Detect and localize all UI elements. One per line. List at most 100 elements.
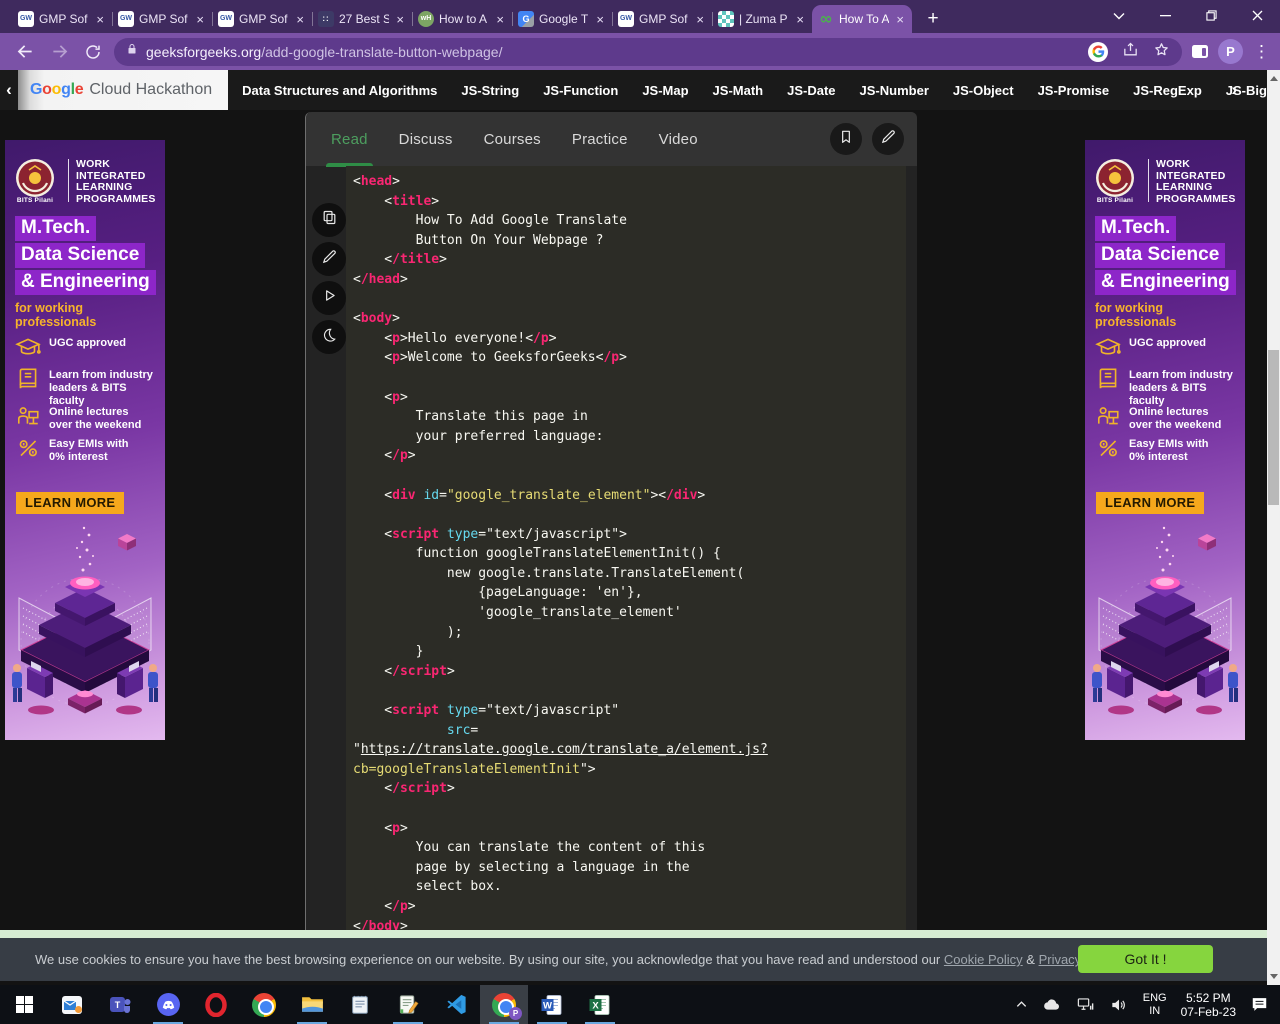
tab-close-icon[interactable]: × [494,12,506,27]
edit-code-button[interactable] [312,242,346,276]
share-icon[interactable] [1122,41,1139,63]
taskbar-mail-app-icon[interactable] [48,985,96,1024]
tab-close-icon[interactable]: × [894,12,906,27]
scroll-up-icon[interactable] [1270,76,1278,81]
got-it-button[interactable]: Got It ! [1078,945,1213,973]
ad-feature: UGC approved [15,334,126,365]
gmp-favicon: GW [118,11,134,27]
taskbar-notepad-icon[interactable] [336,985,384,1024]
browser-tab[interactable]: | Zuma P× [712,5,812,33]
taskbar-chrome-icon[interactable] [240,985,288,1024]
browser-tab[interactable]: GWGMP Sof× [112,5,212,33]
url-text[interactable]: geeksforgeeks.org/add-google-translate-b… [146,44,1080,60]
nav-item-js-date[interactable]: JS-Date [787,83,835,98]
browser-tab[interactable]: GWGMP Sof× [212,5,312,33]
close-window-button[interactable] [1234,0,1280,31]
feature-text: over the weekend [49,419,141,432]
taskbar-teams-icon[interactable]: T [96,985,144,1024]
tab-close-icon[interactable]: × [594,12,606,27]
copy-code-button[interactable] [312,203,346,237]
ad-illustration [5,522,165,740]
cookie-policy-link[interactable]: Cookie Policy [944,952,1023,967]
tab-video[interactable]: Video [659,131,698,148]
ad-divider [68,159,69,202]
taskbar-discord-icon[interactable] [144,985,192,1024]
taskbar-chrome-profile-icon[interactable]: P [480,985,528,1024]
google-extension-icon[interactable] [1088,42,1108,62]
nav-item-js-object[interactable]: JS-Object [953,83,1014,98]
tab-close-icon[interactable]: × [194,12,206,27]
bookmark-star-icon[interactable] [1153,41,1170,63]
back-icon[interactable] [8,37,42,67]
reload-icon[interactable] [76,37,110,67]
new-tab-button[interactable]: + [918,5,948,33]
taskbar-word-icon[interactable]: W [528,985,576,1024]
network-icon[interactable] [1069,985,1102,1024]
tab-close-icon[interactable]: × [94,12,106,27]
clock[interactable]: 5:52 PM07-Feb-23 [1174,985,1243,1024]
minimize-button[interactable] [1142,0,1188,31]
restore-button[interactable] [1188,0,1234,31]
browser-tab[interactable]: ::27 Best S× [312,5,412,33]
scroll-down-icon[interactable] [1270,974,1278,979]
headline-line: Data Science [15,243,145,268]
address-bar[interactable]: geeksforgeeks.org/add-google-translate-b… [114,38,1182,66]
tray-chevron-up-icon[interactable] [1008,985,1035,1024]
run-code-button[interactable] [312,281,346,315]
side-panel-icon[interactable] [1192,45,1208,58]
sponsor-banner-google-cloud-hackathon[interactable]: Google Cloud Hackathon [18,70,228,110]
nav-item-js-string[interactable]: JS-String [461,83,519,98]
onedrive-cloud-icon[interactable] [1035,985,1069,1024]
nav-item-js-function[interactable]: JS-Function [543,83,618,98]
tab-title: How To A [839,12,889,26]
nav-item-js-number[interactable]: JS-Number [860,83,929,98]
tab-close-icon[interactable]: × [294,12,306,27]
ad-headline: M.Tech. Data Science & Engineering [1095,216,1236,297]
bits-pilani-ad-left[interactable]: BITS Pilani WORK INTEGRATED LEARNING PRO… [5,140,165,740]
taskbar-vscode-icon[interactable] [432,985,480,1024]
bits-pilani-ad-right[interactable]: BITS Pilani WORK INTEGRATED LEARNING PRO… [1085,140,1245,740]
tab-close-icon[interactable]: × [794,12,806,27]
notification-center-icon[interactable] [1243,985,1276,1024]
profile-avatar[interactable]: P [1218,39,1243,64]
taskbar-opera-icon[interactable] [192,985,240,1024]
tab-title: 27 Best S [339,12,389,26]
browser-tab[interactable]: GWGMP Sof× [12,5,112,33]
start-button[interactable] [0,985,48,1024]
page-scrollbar[interactable] [1267,70,1280,985]
taskbar-file-explorer-icon[interactable] [288,985,336,1024]
language-indicator[interactable]: ENGIN [1136,985,1174,1024]
nav-scroll-right-icon[interactable]: › [1231,70,1237,110]
tab-practice[interactable]: Practice [572,131,628,148]
nav-scroll-left-icon[interactable]: ‹ [0,80,18,100]
browser-menu-icon[interactable]: ⋮ [1253,43,1270,60]
taskbar-journal-icon[interactable] [384,985,432,1024]
learn-more-button[interactable]: LEARN MORE [1096,492,1204,514]
edit-article-button[interactable] [872,123,904,155]
tab-courses[interactable]: Courses [484,131,541,148]
window-controls [1096,0,1280,31]
nav-item-js-math[interactable]: JS-Math [713,83,764,98]
tab-list: GWGMP Sof× GWGMP Sof× GWGMP Sof× ::27 Be… [0,5,948,33]
nav-item-js-promise[interactable]: JS-Promise [1038,83,1110,98]
browser-tab[interactable]: GWGMP Sof× [612,5,712,33]
tab-discuss[interactable]: Discuss [399,131,453,148]
tab-close-icon[interactable]: × [694,12,706,27]
learn-more-button[interactable]: LEARN MORE [16,492,124,514]
forward-icon[interactable] [42,37,76,67]
taskbar-excel-icon[interactable]: X [576,985,624,1024]
tab-title: How to A [439,12,489,26]
browser-tab-active[interactable]: ∞How To A× [812,5,912,33]
tab-search-chevron-icon[interactable] [1096,0,1142,31]
volume-icon[interactable] [1102,985,1136,1024]
bookmark-button[interactable] [830,123,862,155]
browser-tab[interactable]: GGoogle T× [512,5,612,33]
nav-item-dsa[interactable]: Data Structures and Algorithms [242,83,437,98]
tab-read[interactable]: Read [331,131,368,148]
dark-mode-button[interactable] [312,320,346,354]
tab-close-icon[interactable]: × [394,12,406,27]
nav-item-js-map[interactable]: JS-Map [642,83,688,98]
scrollbar-thumb[interactable] [1268,350,1279,505]
browser-tab[interactable]: wHHow to A× [412,5,512,33]
nav-item-js-regexp[interactable]: JS-RegExp [1133,83,1202,98]
